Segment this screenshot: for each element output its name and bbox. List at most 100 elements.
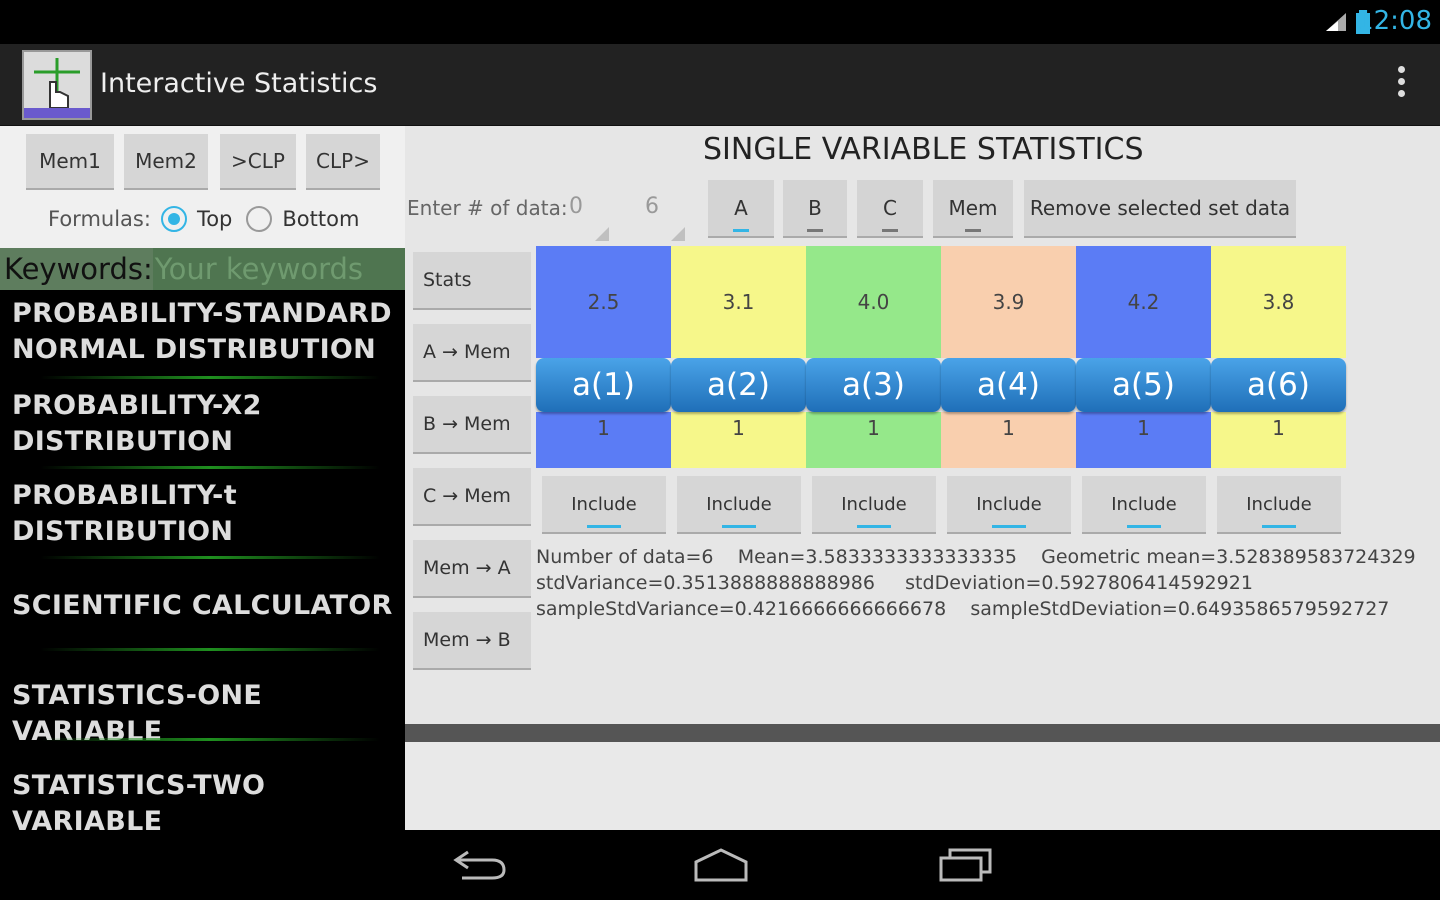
data-label-button[interactable]: a(4) — [941, 358, 1076, 412]
set-c-button[interactable]: C — [857, 180, 923, 238]
data-value-cell[interactable]: 3.9 — [941, 246, 1076, 358]
include-label: Include — [976, 493, 1042, 515]
signal-icon — [1326, 13, 1346, 31]
include-label: Include — [1111, 493, 1177, 515]
menu-separator — [40, 648, 380, 651]
result-mean: Mean=3.5833333333333335 — [737, 546, 1017, 568]
data-label-button[interactable]: a(1) — [536, 358, 671, 412]
keywords-label: Keywords: — [4, 252, 153, 286]
result-std-deviation: stdDeviation=0.5927806414592921 — [905, 572, 1253, 594]
set-a-label: A — [734, 196, 748, 220]
active-indicator — [733, 229, 749, 232]
data-label-button[interactable]: a(5) — [1076, 358, 1211, 412]
data-label-button[interactable]: a(3) — [806, 358, 941, 412]
menu-item-line: PROBABILITY-X2 — [12, 390, 262, 421]
indicator — [882, 229, 898, 232]
result-sample-std-deviation: sampleStdDeviation=0.6493586579592727 — [970, 598, 1390, 620]
data-count-field-1[interactable]: 0 — [569, 194, 609, 241]
bottom-area — [405, 742, 1440, 830]
mem1-button[interactable]: Mem1 — [26, 134, 114, 190]
radio-top-label[interactable]: Top — [197, 207, 232, 231]
include-button[interactable]: Include — [812, 476, 936, 534]
data-frequency-cell[interactable]: 1 — [671, 412, 806, 468]
include-label: Include — [1246, 493, 1312, 515]
data-label-button[interactable]: a(6) — [1211, 358, 1346, 412]
a-to-mem-button[interactable]: A → Mem — [413, 324, 531, 382]
b-to-mem-button[interactable]: B → Mem — [413, 396, 531, 454]
include-indicator — [992, 525, 1026, 528]
data-label-button[interactable]: a(2) — [671, 358, 806, 412]
main-panel: SINGLE VARIABLE STATISTICS Enter # of da… — [405, 126, 1440, 830]
status-bar: 12:08 — [0, 0, 1440, 44]
menu-item-probability-x2[interactable]: PROBABILITY-X2 DISTRIBUTION — [0, 388, 405, 460]
radio-top[interactable] — [160, 206, 187, 232]
paste-from-clipboard-button[interactable]: CLP> — [306, 134, 380, 190]
data-count-field-2[interactable]: 6 — [645, 194, 685, 241]
navigation-bar — [0, 830, 1440, 900]
include-button[interactable]: Include — [677, 476, 801, 534]
left-panel: Mem1 Mem2 >CLP CLP> Formulas: Top Bottom… — [0, 126, 405, 837]
include-label: Include — [706, 493, 772, 515]
page-title: SINGLE VARIABLE STATISTICS — [703, 132, 1144, 167]
include-button[interactable]: Include — [542, 476, 666, 534]
menu-item-line: DISTRIBUTION — [12, 426, 234, 457]
keywords-input[interactable]: Your keywords — [152, 248, 405, 290]
c-to-mem-button[interactable]: C → Mem — [413, 468, 531, 526]
include-indicator — [857, 525, 891, 528]
data-frequency-cell[interactable]: 1 — [1076, 412, 1211, 468]
menu-separator — [40, 376, 380, 379]
stats-button[interactable]: Stats — [413, 252, 531, 310]
overflow-menu-icon[interactable] — [1396, 66, 1406, 102]
menu-separator — [40, 556, 380, 559]
formulas-label: Formulas: — [48, 207, 151, 231]
include-label: Include — [571, 493, 637, 515]
data-frequency-cell[interactable]: 1 — [806, 412, 941, 468]
data-value-cell[interactable]: 4.2 — [1076, 246, 1211, 358]
include-indicator — [1127, 525, 1161, 528]
data-value-cell[interactable]: 3.1 — [671, 246, 806, 358]
remove-selected-set-button[interactable]: Remove selected set data — [1024, 180, 1296, 238]
set-a-button[interactable]: A — [708, 180, 774, 238]
data-value-cell[interactable]: 4.0 — [806, 246, 941, 358]
include-indicator — [722, 525, 756, 528]
include-button[interactable]: Include — [1082, 476, 1206, 534]
radio-bottom-label[interactable]: Bottom — [282, 207, 359, 231]
include-button[interactable]: Include — [1217, 476, 1341, 534]
menu-item-line: PROBABILITY-t — [12, 480, 237, 511]
radio-bottom[interactable] — [246, 206, 273, 232]
back-icon[interactable] — [452, 846, 508, 882]
menu-item-scientific-calculator[interactable]: SCIENTIFIC CALCULATOR — [0, 588, 405, 624]
result-geometric-mean: Geometric mean=3.528389583724329 — [1041, 546, 1416, 568]
menu-item-probability-t[interactable]: PROBABILITY-t DISTRIBUTION — [0, 478, 405, 550]
data-frequency-cell[interactable]: 1 — [941, 412, 1076, 468]
data-frequency-cell[interactable]: 1 — [536, 412, 671, 468]
menu-item-line: SCIENTIFIC CALCULATOR — [12, 590, 393, 621]
set-b-button[interactable]: B — [783, 180, 847, 238]
include-indicator — [587, 525, 621, 528]
include-indicator — [1262, 525, 1296, 528]
panel-divider[interactable] — [405, 724, 1440, 742]
set-mem-button[interactable]: Mem — [933, 180, 1013, 238]
data-frequency-cell[interactable]: 1 — [1211, 412, 1346, 468]
mem-to-a-button[interactable]: Mem → A — [413, 540, 531, 598]
indicator — [965, 229, 981, 232]
app-logo-icon[interactable] — [22, 50, 92, 120]
home-icon[interactable] — [692, 846, 750, 882]
menu-item-probability-standard-normal[interactable]: PROBABILITY-STANDARD NORMAL DISTRIBUTION — [0, 296, 405, 368]
menu-separator — [40, 738, 380, 741]
include-button[interactable]: Include — [947, 476, 1071, 534]
recents-icon[interactable] — [938, 846, 994, 882]
data-value-cell[interactable]: 2.5 — [536, 246, 671, 358]
result-sample-std-variance: sampleStdVariance=0.4216666666666678 — [536, 598, 947, 620]
menu-item-line: DISTRIBUTION — [12, 516, 234, 547]
copy-to-clipboard-button[interactable]: >CLP — [220, 134, 296, 190]
action-bar: Interactive Statistics — [0, 44, 1440, 126]
result-number-of-data: Number of data=6 — [536, 546, 714, 568]
menu-item-line: NORMAL DISTRIBUTION — [12, 334, 377, 365]
formulas-selector: Formulas: Top Bottom — [48, 206, 359, 232]
include-label: Include — [841, 493, 907, 515]
mem2-button[interactable]: Mem2 — [124, 134, 208, 190]
results-block: Number of data=6 Mean=3.5833333333333335… — [536, 544, 1416, 622]
data-value-cell[interactable]: 3.8 — [1211, 246, 1346, 358]
mem-to-b-button[interactable]: Mem → B — [413, 612, 531, 670]
